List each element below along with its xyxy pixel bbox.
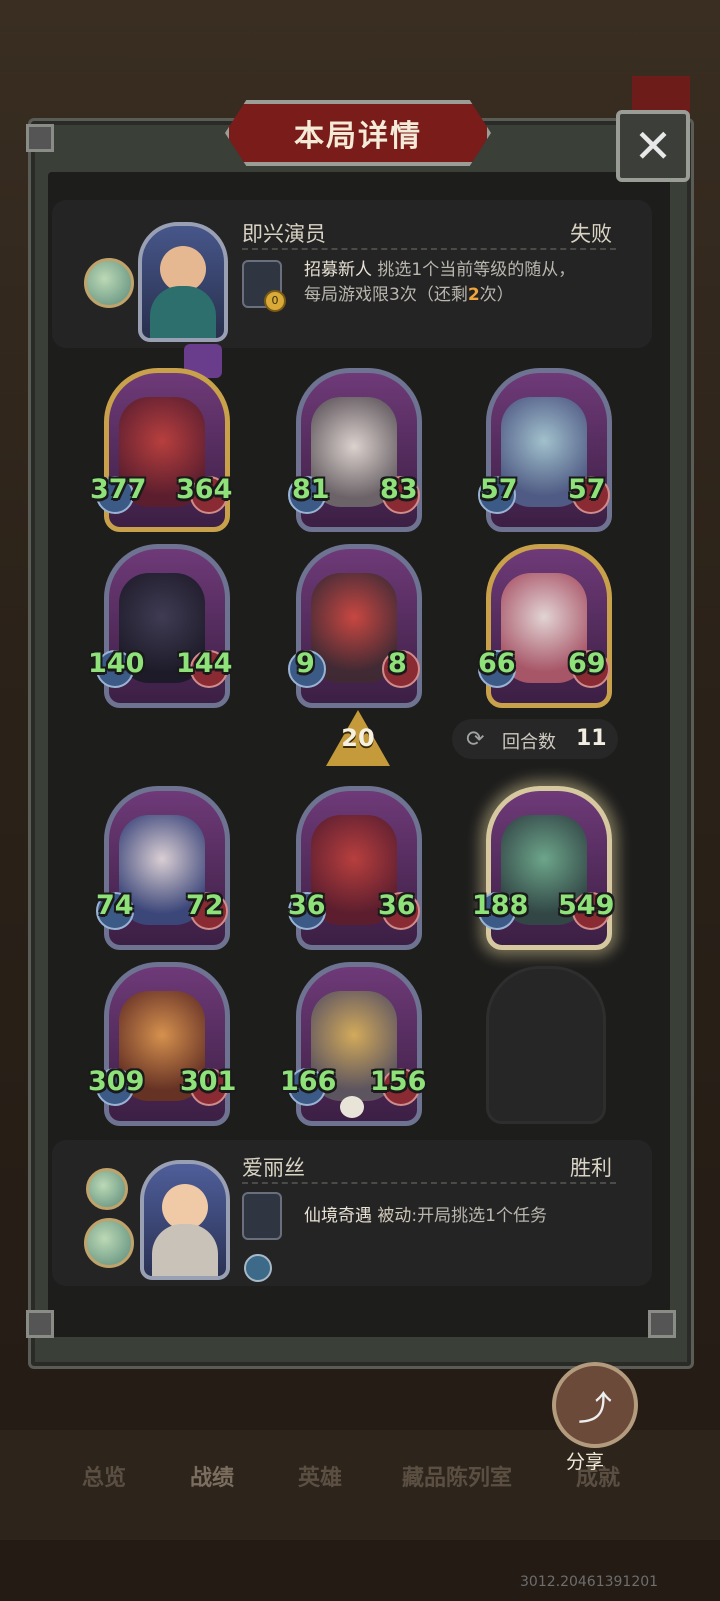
hero-portrait[interactable]: [138, 222, 228, 342]
minion-health: 549: [558, 890, 615, 921]
turn-counter-label: 回合数: [502, 732, 556, 753]
hero-power-desc-2b: 次）: [479, 285, 514, 305]
minion-health: 8: [388, 648, 407, 679]
dialog-title: 本局详情: [294, 119, 422, 154]
tab-overview[interactable]: 总览: [82, 1460, 126, 1492]
minion-health: 83: [380, 474, 418, 505]
companion-orb-icon: [84, 1218, 134, 1268]
minion-attack: 66: [478, 648, 516, 679]
minion-attack: 166: [280, 1066, 337, 1097]
hero-power-desc-1: 挑选1个当前等级的随从，: [377, 260, 576, 280]
minion-health: 156: [370, 1066, 427, 1097]
minion-attack: 36: [288, 890, 326, 921]
skull-icon: [340, 1096, 364, 1118]
minion-health: 72: [186, 890, 224, 921]
hero-power-desc: :开局挑选1个任务: [411, 1206, 547, 1226]
tavern-tier-value: 20: [341, 724, 375, 752]
divider: [242, 248, 616, 250]
share-icon: ⤴: [578, 1388, 612, 1429]
hero-power-icon[interactable]: [242, 1192, 282, 1240]
tavern-tier-badge: 20: [326, 710, 390, 766]
minion-attack: 377: [90, 474, 147, 505]
frame-corner: [26, 124, 54, 152]
match-result: 胜利: [570, 1156, 612, 1180]
minion-attack: 140: [88, 648, 145, 679]
minion-attack: 81: [292, 474, 330, 505]
minion-attack: 9: [296, 648, 315, 679]
hero-name: 爱丽丝: [242, 1156, 305, 1180]
tab-heroes[interactable]: 英雄: [298, 1460, 342, 1492]
hero-body: [152, 1224, 218, 1276]
close-button[interactable]: ✕: [616, 110, 690, 182]
turn-counter: ⟳ 回合数 11: [452, 719, 618, 759]
build-id: 3012.20461391201: [520, 1574, 659, 1590]
divider: [242, 1182, 616, 1184]
minion-attack: 57: [480, 474, 518, 505]
minion-health: 36: [378, 890, 416, 921]
pocket-watch-icon: [86, 1168, 128, 1210]
hero-power-text: 招募新人 挑选1个当前等级的随从， 每局游戏限3次（还剩2次）: [304, 258, 575, 308]
share-label: 分享: [566, 1451, 605, 1473]
dialog-title-plate: 本局详情: [225, 100, 491, 166]
minion-health: 364: [176, 474, 233, 505]
frame-corner: [648, 1310, 676, 1338]
hero-power-remaining: 2: [467, 285, 480, 305]
hero-power-name: 仙境奇遇: [304, 1206, 372, 1226]
minion-attack: 309: [88, 1066, 145, 1097]
tab-records[interactable]: 战绩: [190, 1460, 234, 1492]
coin-cost-icon: 0: [264, 290, 286, 312]
hero-power-desc-2a: 每局游戏限3次（还剩: [304, 285, 468, 305]
minion-attack: 74: [96, 890, 134, 921]
empty-minion-slot: [486, 966, 606, 1124]
turn-counter-value: 11: [576, 726, 607, 751]
minion-health: 301: [180, 1066, 237, 1097]
frame-corner: [26, 1310, 54, 1338]
hero-name: 即兴演员: [242, 222, 326, 246]
hero-power-text: 仙境奇遇 被动:开局挑选1个任务: [304, 1204, 547, 1229]
hero-power-tag: 被动: [377, 1206, 412, 1226]
hero-portrait[interactable]: [140, 1160, 230, 1280]
minion-health: 69: [568, 648, 606, 679]
minion-attack: 188: [472, 890, 529, 921]
minion-health: 144: [176, 648, 233, 679]
quest-icon: [244, 1254, 272, 1282]
tab-collection[interactable]: 藏品陈列室: [402, 1460, 512, 1492]
minion-health: 57: [568, 474, 606, 505]
hero-body: [150, 286, 216, 338]
hero-power-name: 招募新人: [304, 260, 372, 280]
match-result: 失败: [570, 222, 612, 246]
map-orb-icon: [84, 258, 134, 308]
share-button[interactable]: ⤴: [552, 1362, 638, 1448]
close-icon: ✕: [633, 119, 673, 173]
turn-cycle-icon: ⟳: [466, 727, 485, 752]
